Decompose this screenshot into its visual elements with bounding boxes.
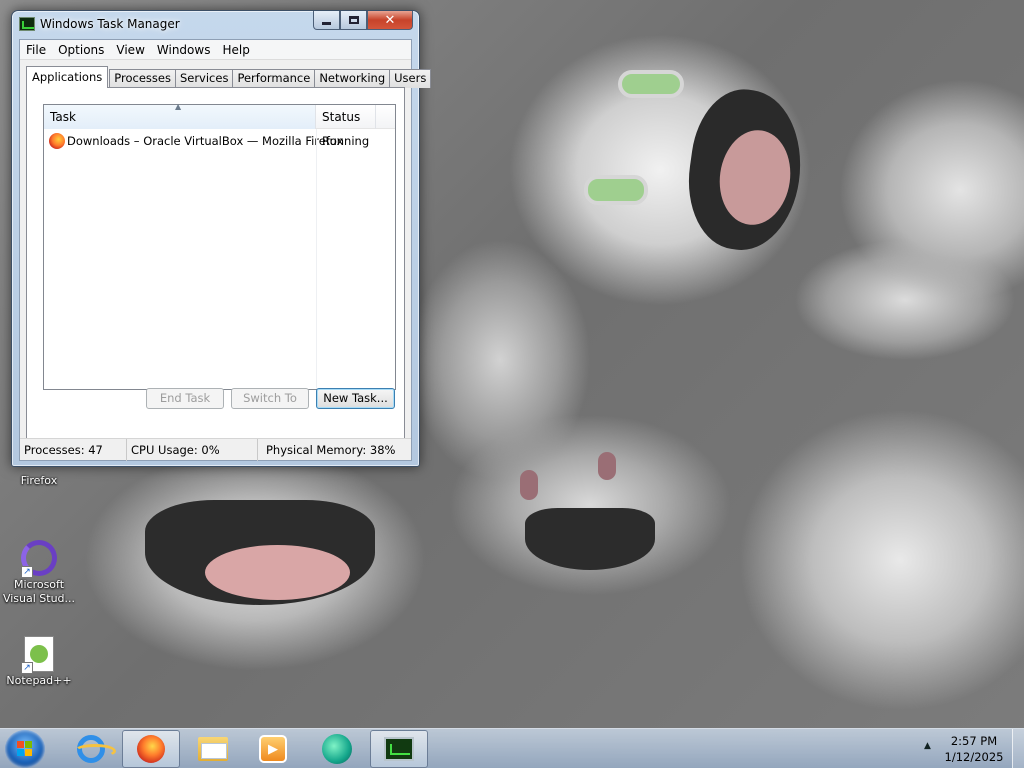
column-header-task[interactable]: ▲ Task: [44, 102, 316, 129]
wallpaper-detail: [679, 83, 811, 257]
minimize-icon: [322, 21, 331, 25]
feedback-hub-icon: [322, 734, 352, 764]
task-list[interactable]: ▲ Task Status Downloads – Oracle Virtual…: [43, 102, 396, 390]
menu-options[interactable]: Options: [52, 40, 110, 60]
caption-buttons: ✕: [313, 11, 413, 31]
wallpaper-detail: [145, 500, 375, 605]
desktop-icon-label: Notepad++: [6, 674, 72, 687]
menu-view[interactable]: View: [110, 40, 150, 60]
internet-explorer-icon: [74, 735, 116, 763]
status-processes: Processes: 47: [20, 439, 127, 461]
end-task-button[interactable]: End Task: [146, 388, 224, 409]
tab-performance[interactable]: Performance: [232, 69, 316, 88]
maximize-icon: [348, 16, 359, 24]
wallpaper-detail: [618, 70, 684, 98]
taskbar: ▶ ▲ 2:57 PM 1/12/2025: [0, 728, 1024, 768]
tab-applications[interactable]: Applications: [26, 66, 109, 88]
menu-bar: File Options View Windows Help: [20, 40, 411, 60]
windows-media-player-icon: ▶: [259, 735, 287, 763]
task-name: Downloads – Oracle VirtualBox — Mozilla …: [67, 134, 344, 148]
tab-services[interactable]: Services: [174, 69, 234, 88]
taskbar-task-manager[interactable]: [370, 730, 428, 768]
desktop-icon-firefox[interactable]: Firefox: [1, 474, 77, 488]
tab-users[interactable]: Users: [389, 69, 432, 88]
firefox-icon: [137, 735, 165, 763]
task-list-header: ▲ Task Status: [44, 102, 395, 129]
start-button[interactable]: [5, 730, 45, 768]
tab-processes[interactable]: Processes: [109, 69, 176, 88]
clock-time: 2:57 PM: [950, 734, 998, 748]
visual-studio-icon: ↗: [21, 540, 57, 578]
task-manager-icon: [384, 737, 414, 761]
desktop-icon-notepad-plus-plus[interactable]: ↗ Notepad++: [1, 636, 77, 688]
status-cpu-usage: CPU Usage: 0%: [127, 439, 258, 461]
table-row[interactable]: Downloads – Oracle VirtualBox — Mozilla …: [44, 131, 395, 151]
task-manager-window[interactable]: Windows Task Manager ✕ File Options View…: [11, 10, 432, 467]
show-desktop-button[interactable]: [1012, 729, 1024, 768]
sort-ascending-icon: ▲: [175, 102, 182, 111]
tab-networking[interactable]: Networking: [314, 69, 391, 88]
window-title: Windows Task Manager: [40, 17, 180, 31]
wallpaper-detail: [713, 125, 797, 230]
new-task-button[interactable]: New Task...: [316, 388, 395, 409]
shortcut-arrow-icon: ↗: [21, 566, 33, 578]
button-row: End Task Switch To New Task...: [146, 388, 395, 409]
windows-explorer-icon: [198, 737, 228, 761]
close-button[interactable]: ✕: [367, 11, 413, 30]
shortcut-arrow-icon: ↗: [21, 662, 33, 674]
title-bar[interactable]: Windows Task Manager ✕: [12, 11, 419, 39]
wallpaper-detail: [598, 452, 616, 480]
taskbar-internet-explorer[interactable]: [62, 730, 120, 768]
column-header-status[interactable]: Status: [316, 105, 376, 129]
column-divider: [316, 129, 317, 389]
status-physical-memory: Physical Memory: 38%: [266, 443, 396, 457]
menu-file[interactable]: File: [20, 40, 52, 60]
wallpaper-detail: [525, 508, 655, 570]
taskbar-feedback-hub[interactable]: [308, 730, 366, 768]
tab-strip: Applications Processes Services Performa…: [26, 66, 432, 88]
taskbar-firefox[interactable]: [122, 730, 180, 768]
window-client-area: File Options View Windows Help Applicati…: [19, 39, 432, 461]
show-hidden-icons-button[interactable]: ▲: [924, 741, 931, 751]
applications-panel: ▲ Task Status Downloads – Oracle Virtual…: [26, 87, 405, 442]
menu-windows[interactable]: Windows: [151, 40, 217, 60]
desktop-icon-label: Microsoft Visual Stud...: [2, 578, 76, 605]
wallpaper-detail: [205, 545, 350, 600]
maximize-button[interactable]: [340, 11, 367, 30]
windows-logo-icon: [17, 741, 33, 757]
wallpaper-detail: [584, 175, 648, 205]
status-bar: Processes: 47 CPU Usage: 0% Physical Mem…: [20, 438, 411, 461]
minimize-button[interactable]: [313, 11, 340, 30]
notepad-plus-plus-icon: ↗: [21, 636, 57, 674]
firefox-icon: [49, 133, 65, 149]
close-icon: ✕: [384, 12, 396, 28]
switch-to-button[interactable]: Switch To: [231, 388, 309, 409]
wallpaper-detail: [520, 470, 538, 500]
column-header-task-label: Task: [50, 110, 76, 124]
desktop-icon-visual-studio[interactable]: ↗ Microsoft Visual Stud...: [1, 540, 77, 606]
system-clock[interactable]: 2:57 PM 1/12/2025: [938, 733, 1010, 765]
taskbar-media-player[interactable]: ▶: [244, 730, 302, 768]
menu-help[interactable]: Help: [216, 40, 255, 60]
taskbar-windows-explorer[interactable]: [184, 730, 242, 768]
desktop-icon-label: Firefox: [20, 474, 58, 487]
task-cell: Downloads – Oracle VirtualBox — Mozilla …: [44, 133, 343, 149]
task-manager-icon: [19, 17, 35, 31]
task-status: Running: [322, 134, 370, 148]
clock-date: 1/12/2025: [944, 750, 1004, 764]
